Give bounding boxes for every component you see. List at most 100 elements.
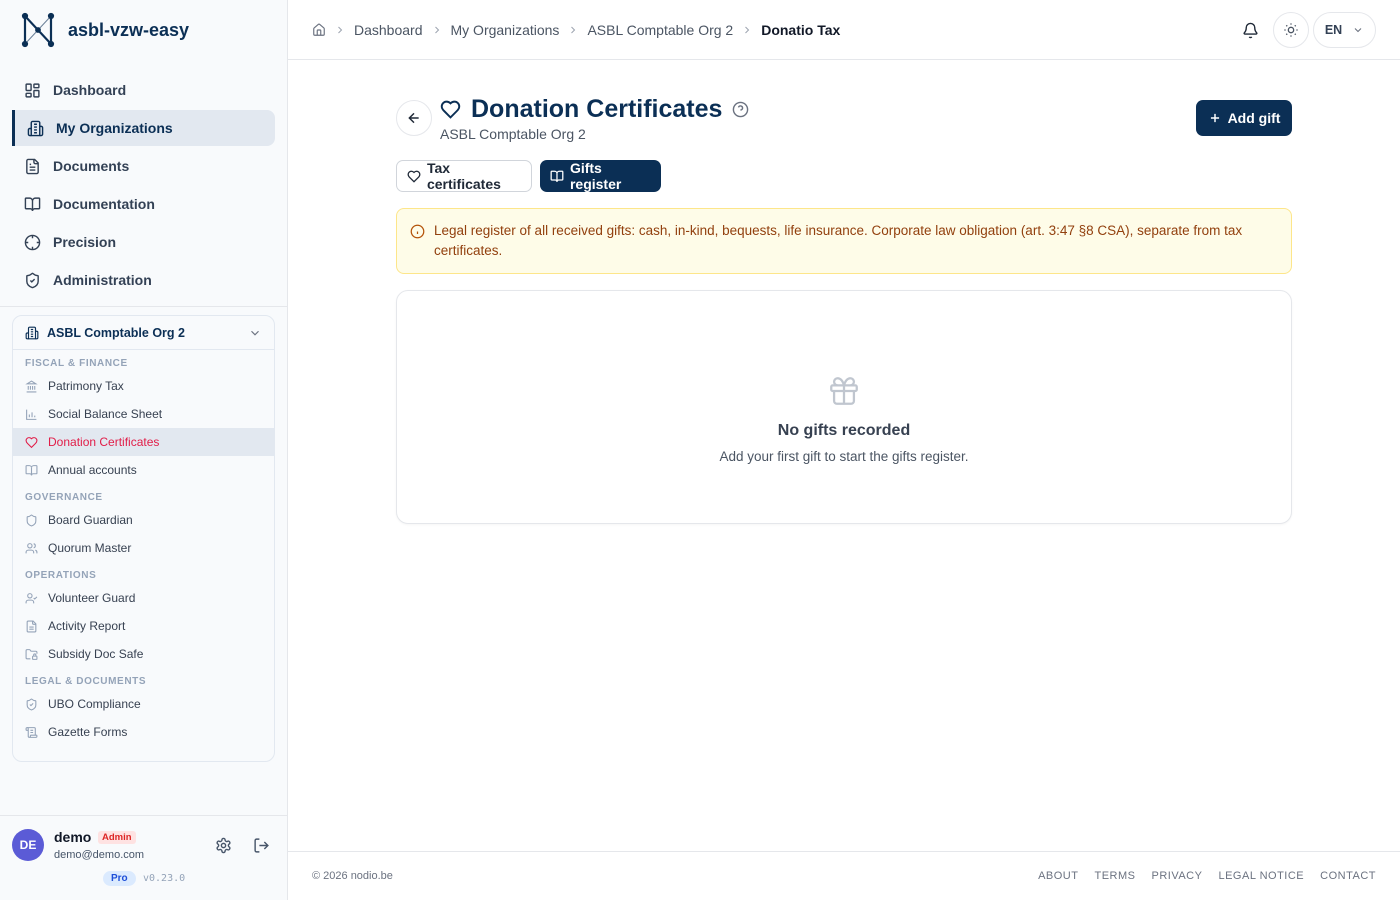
tab-label: Gifts register xyxy=(569,160,622,192)
sub-item-label: Patrimony Tax xyxy=(48,379,124,393)
empty-state-card: No gifts recorded Add your first gift to… xyxy=(396,290,1292,524)
user-check-icon xyxy=(25,592,38,603)
sub-item-quorum-master[interactable]: Quorum Master xyxy=(13,534,274,562)
user-name: demo xyxy=(54,829,92,845)
nav-item-precision[interactable]: Precision xyxy=(12,224,275,260)
shield-icon xyxy=(26,272,39,288)
settings-button[interactable] xyxy=(210,832,236,858)
sub-item-activity-report[interactable]: Activity Report xyxy=(13,612,274,640)
heart-icon xyxy=(25,436,38,448)
shield-check-icon xyxy=(26,698,37,710)
document-icon xyxy=(26,158,39,174)
breadcrumb-my-organizations[interactable]: My Organizations xyxy=(451,22,560,38)
help-circle-icon[interactable] xyxy=(732,101,749,118)
plus-icon xyxy=(1210,113,1219,123)
nav-item-documents[interactable]: Documents xyxy=(12,148,275,184)
page-title: Donation Certificates xyxy=(471,95,723,123)
main-nav: Dashboard My Organizations Documents Doc… xyxy=(12,72,275,300)
chevron-right-icon xyxy=(745,26,750,34)
user-area: DE demo Admin demo@demo.com Pro v0.23.0 xyxy=(0,815,287,900)
page-header: Donation Certificates xyxy=(440,95,749,124)
breadcrumb-organization[interactable]: ASBL Comptable Org 2 xyxy=(587,22,733,38)
building-icon xyxy=(25,326,39,339)
chevron-right-icon xyxy=(338,26,343,34)
tab-label: Tax certificates xyxy=(426,160,501,192)
nav-item-label: Administration xyxy=(53,272,152,288)
tab-tax-certificates[interactable]: Tax certificates xyxy=(396,160,532,192)
section-label-governance: GOVERNANCE xyxy=(25,492,103,503)
sub-item-label: Volunteer Guard xyxy=(48,591,136,605)
sub-item-label: Board Guardian xyxy=(48,513,133,527)
sub-item-subsidy-doc-safe[interactable]: Subsidy Doc Safe xyxy=(13,640,274,668)
nav-item-administration[interactable]: Administration xyxy=(12,262,275,298)
sub-item-label: UBO Compliance xyxy=(48,697,141,711)
brand[interactable]: asbl-vzw-easy xyxy=(20,12,189,48)
footer-link-contact[interactable]: CONTACT xyxy=(1320,870,1376,882)
logout-button[interactable] xyxy=(248,832,274,858)
empty-state-title: No gifts recorded xyxy=(777,422,911,439)
notifications-button[interactable] xyxy=(1238,18,1262,42)
nav-item-label: Precision xyxy=(53,234,117,250)
sub-item-annual-accounts[interactable]: Annual accounts xyxy=(13,456,274,484)
sidebar-divider xyxy=(0,306,287,307)
breadcrumb-current: Donatio Tax xyxy=(761,22,841,38)
chevron-down-icon xyxy=(1354,28,1362,33)
nav-item-dashboard[interactable]: Dashboard xyxy=(12,72,275,108)
footer-link-legal-notice[interactable]: LEGAL NOTICE xyxy=(1218,870,1304,882)
sun-icon xyxy=(1284,23,1298,37)
notice-text: Legal register of all received gifts: ca… xyxy=(434,223,1243,258)
sub-item-patrimony-tax[interactable]: Patrimony Tax xyxy=(13,372,274,400)
sub-item-gazette-forms[interactable]: Gazette Forms xyxy=(13,718,274,746)
empty-state-description: Add your first gift to start the gifts r… xyxy=(719,449,969,464)
book-icon xyxy=(24,196,41,211)
info-notice: Legal register of all received gifts: ca… xyxy=(396,208,1292,274)
sub-item-social-balance-sheet[interactable]: Social Balance Sheet xyxy=(13,400,274,428)
chevron-right-icon xyxy=(434,26,439,34)
sub-item-label: Donation Certificates xyxy=(48,435,160,449)
home-icon[interactable] xyxy=(312,23,326,37)
back-button[interactable] xyxy=(396,100,432,136)
logout-icon xyxy=(253,837,269,853)
book-open-icon xyxy=(550,170,564,182)
breadcrumb-dashboard[interactable]: Dashboard xyxy=(354,22,423,38)
sub-item-donation-certificates[interactable]: Donation Certificates xyxy=(13,428,274,456)
footer-link-privacy[interactable]: PRIVACY xyxy=(1151,870,1202,882)
footer-link-terms[interactable]: TERMS xyxy=(1094,870,1135,882)
theme-toggle-button[interactable] xyxy=(1273,12,1309,48)
language-select[interactable]: EN xyxy=(1313,12,1376,48)
building-icon xyxy=(27,120,44,136)
org-switcher[interactable]: ASBL Comptable Org 2 xyxy=(13,316,274,350)
gift-icon xyxy=(830,377,858,405)
info-icon xyxy=(410,224,425,239)
avatar[interactable]: DE xyxy=(12,829,44,861)
breadcrumb: Dashboard My Organizations ASBL Comptabl… xyxy=(312,0,840,60)
chevron-right-icon xyxy=(571,26,576,34)
section-label-legal: LEGAL & DOCUMENTS xyxy=(25,676,147,687)
org-panel: ASBL Comptable Org 2 FISCAL & FINANCE Pa… xyxy=(12,315,275,762)
brand-name: asbl-vzw-easy xyxy=(68,19,190,40)
sub-item-volunteer-guard[interactable]: Volunteer Guard xyxy=(13,584,274,612)
language-value: EN xyxy=(1324,23,1343,37)
scroll-icon xyxy=(25,726,38,738)
add-gift-button[interactable]: Add gift xyxy=(1196,100,1292,136)
add-gift-label: Add gift xyxy=(1227,110,1281,126)
arrow-left-icon xyxy=(408,112,419,124)
sidebar: asbl-vzw-easy Dashboard My Organizations… xyxy=(0,0,288,900)
nav-item-documentation[interactable]: Documentation xyxy=(12,186,275,222)
nav-item-my-organizations[interactable]: My Organizations xyxy=(12,110,275,146)
sub-item-ubo-compliance[interactable]: UBO Compliance xyxy=(13,690,274,718)
role-badge: Admin xyxy=(98,831,136,844)
dashboard-icon xyxy=(25,82,40,98)
book-icon xyxy=(25,464,38,475)
footer-links: ABOUT TERMS PRIVACY LEGAL NOTICE CONTACT xyxy=(1038,870,1376,882)
copyright: © 2026 nodio.be xyxy=(312,870,393,882)
plan-badge: Pro xyxy=(103,871,136,886)
nav-item-label: Documents xyxy=(53,158,130,174)
sub-item-board-guardian[interactable]: Board Guardian xyxy=(13,506,274,534)
nav-item-label: Dashboard xyxy=(53,82,127,98)
sub-item-label: Gazette Forms xyxy=(48,725,128,739)
heart-icon xyxy=(407,170,421,183)
footer-link-about[interactable]: ABOUT xyxy=(1038,870,1078,882)
landmark-icon xyxy=(25,379,38,392)
tab-gifts-register[interactable]: Gifts register xyxy=(540,160,661,192)
